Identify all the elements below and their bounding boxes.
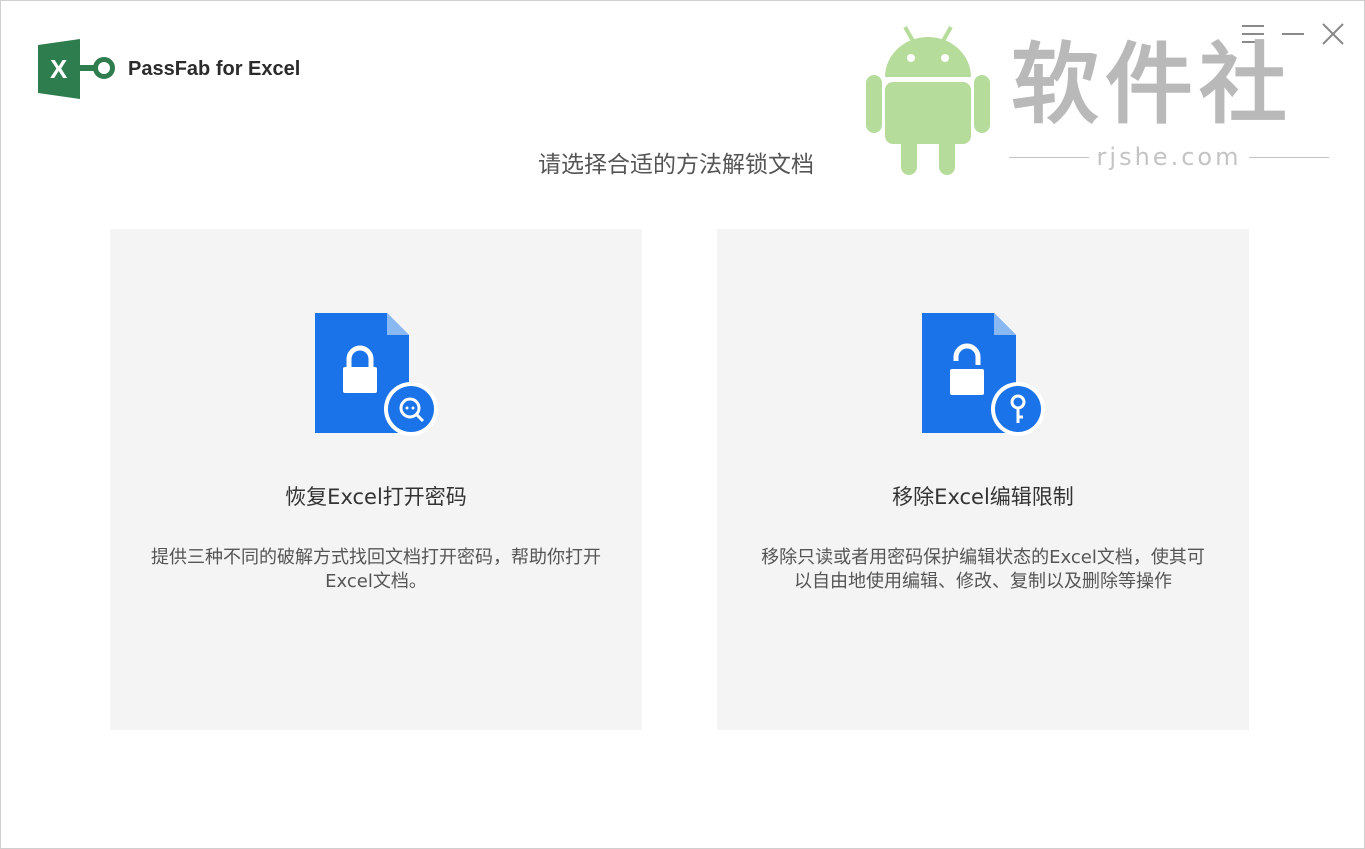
option-title: 恢复Excel打开密码 bbox=[285, 485, 467, 509]
option-description: 提供三种不同的破解方式找回文档打开密码，帮助你打开Excel文档。 bbox=[151, 547, 601, 592]
app-title: PassFab for Excel bbox=[128, 57, 301, 80]
svg-text:X: X bbox=[50, 54, 68, 84]
option-card-remove-edit-restriction[interactable]: 移除Excel编辑限制 移除只读或者用密码保护编辑状态的Excel文档，使其可以… bbox=[717, 229, 1249, 730]
unlocked-document-key-icon bbox=[922, 313, 1045, 436]
app-window: X PassFab for Excel 软件社 rjshe.com 请选择合适的… bbox=[0, 0, 1365, 849]
watermark-title: 软件社 bbox=[1011, 33, 1294, 136]
locked-document-search-icon bbox=[315, 313, 438, 436]
app-logo: X PassFab for Excel bbox=[38, 39, 300, 99]
option-description: 移除只读或者用密码保护编辑状态的Excel文档，使其可以自由地使用编辑、修改、复… bbox=[761, 547, 1205, 592]
option-card-recover-open-password[interactable]: 恢复Excel打开密码 提供三种不同的破解方式找回文档打开密码，帮助你打开Exc… bbox=[110, 229, 642, 730]
page-title: 请选择合适的方法解锁文档 bbox=[538, 152, 814, 178]
option-title: 移除Excel编辑限制 bbox=[892, 485, 1074, 509]
passfab-excel-logo-icon: X bbox=[38, 39, 115, 99]
